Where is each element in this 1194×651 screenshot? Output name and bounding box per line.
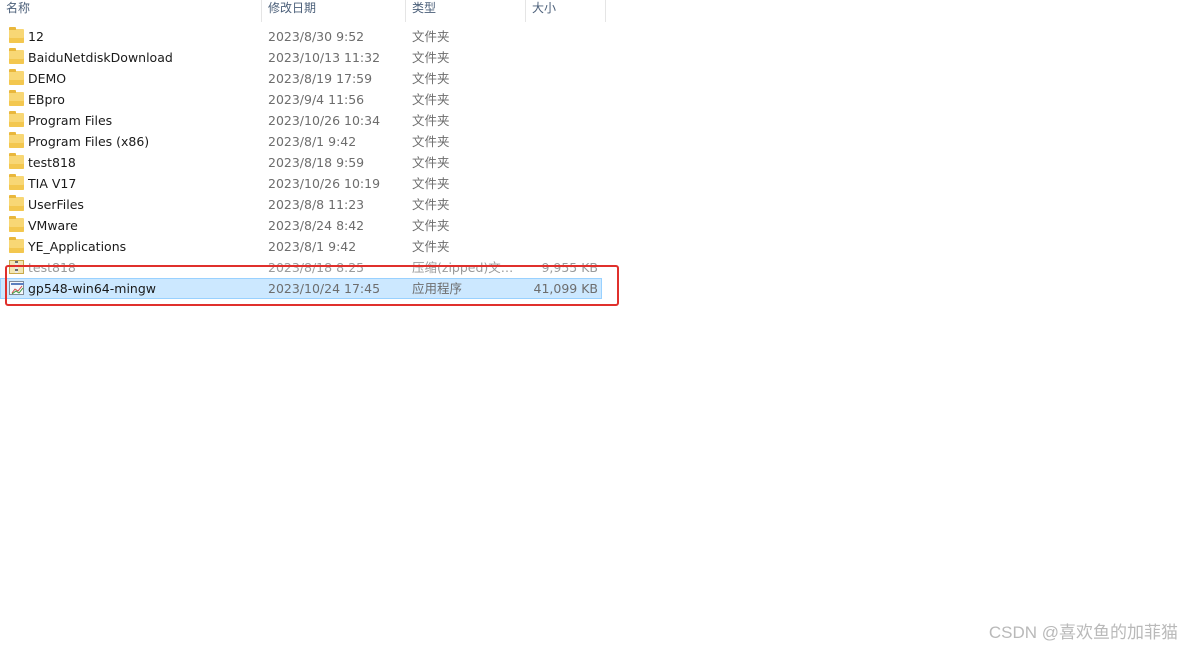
column-header-date[interactable]: 修改日期	[262, 0, 406, 22]
file-type: 文件夹	[412, 197, 450, 212]
file-size	[526, 47, 598, 68]
file-size	[526, 215, 598, 236]
file-row[interactable]: Program Files 2023/10/26 10:34 文件夹	[0, 110, 610, 131]
file-type: 文件夹	[412, 218, 450, 233]
file-size	[526, 26, 598, 47]
file-size	[526, 131, 598, 152]
file-size: 9,955 KB	[541, 260, 598, 275]
file-date-modified: 2023/8/8 11:23	[268, 197, 365, 212]
folder-icon	[9, 174, 24, 190]
folder-icon	[9, 153, 24, 169]
file-row[interactable]: TIA V17 2023/10/26 10:19 文件夹	[0, 173, 610, 194]
file-date-modified: 2023/8/24 8:42	[268, 218, 365, 233]
file-size	[526, 68, 598, 89]
file-date-modified: 2023/10/26 10:19	[268, 176, 381, 191]
watermark: CSDN @喜欢鱼的加菲猫	[988, 623, 1178, 642]
file-name: test818	[28, 260, 76, 275]
file-type: 文件夹	[412, 29, 450, 44]
file-date-modified: 2023/8/30 9:52	[268, 29, 365, 44]
file-row[interactable]: DEMO 2023/8/19 17:59 文件夹	[0, 68, 610, 89]
column-header-row: 名称 修改日期 类型 大小	[0, 0, 606, 22]
folder-icon	[9, 111, 24, 127]
file-type: 文件夹	[412, 50, 450, 65]
app-icon	[9, 281, 24, 295]
file-row[interactable]: VMware 2023/8/24 8:42 文件夹	[0, 215, 610, 236]
file-size	[526, 152, 598, 173]
file-name: Program Files	[28, 113, 113, 128]
folder-icon	[9, 90, 24, 106]
file-row[interactable]: YE_Applications 2023/8/1 9:42 文件夹	[0, 236, 610, 257]
file-row[interactable]: BaiduNetdiskDownload 2023/10/13 11:32 文件夹	[0, 47, 610, 68]
file-size	[526, 173, 598, 194]
folder-icon	[9, 237, 24, 253]
file-date-modified: 2023/8/18 8:25	[268, 260, 365, 275]
file-row[interactable]: UserFiles 2023/8/8 11:23 文件夹	[0, 194, 610, 215]
file-date-modified: 2023/10/24 17:45	[268, 281, 381, 296]
file-name: EBpro	[28, 92, 65, 107]
column-header-type[interactable]: 类型	[406, 0, 526, 22]
file-type: 文件夹	[412, 155, 450, 170]
file-list: 12 2023/8/30 9:52 文件夹 BaiduNetdiskDownload 2…	[0, 26, 610, 299]
file-type: 文件夹	[412, 71, 450, 86]
file-type: 应用程序	[412, 281, 463, 296]
folder-icon	[9, 216, 24, 232]
column-header-size[interactable]: 大小	[526, 0, 606, 22]
file-explorer-view: 名称 修改日期 类型 大小 12 2023/8/30 9:52 文件夹 BaiduNe…	[0, 0, 1194, 651]
file-type: 压缩(zipped)文件...	[412, 260, 524, 275]
zip-icon	[9, 260, 24, 274]
file-type: 文件夹	[412, 134, 450, 149]
file-size	[526, 236, 598, 257]
folder-icon	[9, 69, 24, 85]
column-header-name[interactable]: 名称	[0, 0, 262, 22]
file-date-modified: 2023/8/18 9:59	[268, 155, 365, 170]
folder-icon	[9, 132, 24, 148]
file-date-modified: 2023/8/19 17:59	[268, 71, 373, 86]
file-name: Program Files (x86)	[28, 134, 150, 149]
file-type: 文件夹	[412, 239, 450, 254]
file-date-modified: 2023/8/1 9:42	[268, 134, 357, 149]
folder-icon	[9, 195, 24, 211]
file-size: 41,099 KB	[533, 281, 598, 296]
file-name: gp548-win64-mingw	[28, 281, 157, 296]
file-row[interactable]: 12 2023/8/30 9:52 文件夹	[0, 26, 610, 47]
file-name: test818	[28, 155, 76, 170]
file-type: 文件夹	[412, 92, 450, 107]
file-row[interactable]: EBpro 2023/9/4 11:56 文件夹	[0, 89, 610, 110]
file-type: 文件夹	[412, 176, 450, 191]
file-type: 文件夹	[412, 113, 450, 128]
file-name: BaiduNetdiskDownload	[28, 50, 173, 65]
file-size	[526, 89, 598, 110]
file-row[interactable]: test818 2023/8/18 8:25 压缩(zipped)文件... 9,95…	[0, 257, 610, 278]
folder-icon	[9, 27, 24, 43]
file-name: 12	[28, 29, 44, 44]
file-name: UserFiles	[28, 197, 84, 212]
file-size	[526, 194, 598, 215]
file-date-modified: 2023/10/13 11:32	[268, 50, 381, 65]
file-name: YE_Applications	[28, 239, 127, 254]
file-name: VMware	[28, 218, 78, 233]
file-row[interactable]: gp548-win64-mingw 2023/10/24 17:45 应用程序 41,…	[0, 278, 602, 299]
file-date-modified: 2023/9/4 11:56	[268, 92, 365, 107]
file-date-modified: 2023/8/1 9:42	[268, 239, 357, 254]
file-row[interactable]: test818 2023/8/18 9:59 文件夹	[0, 152, 610, 173]
file-row[interactable]: Program Files (x86) 2023/8/1 9:42 文件夹	[0, 131, 610, 152]
file-name: DEMO	[28, 71, 67, 86]
file-date-modified: 2023/10/26 10:34	[268, 113, 381, 128]
folder-icon	[9, 48, 24, 64]
file-size	[526, 110, 598, 131]
file-name: TIA V17	[28, 176, 77, 191]
